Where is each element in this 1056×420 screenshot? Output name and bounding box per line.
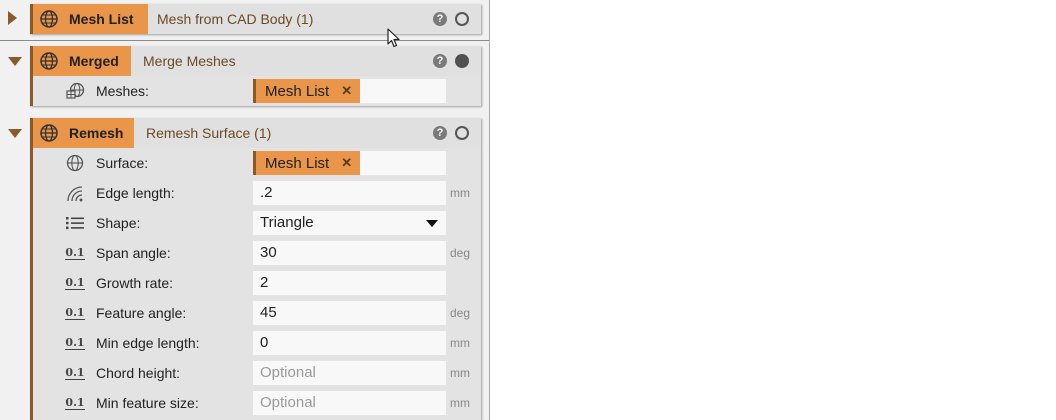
numeric-value-icon: 0.1 — [65, 305, 85, 320]
node-merged: Merged Merge Meshes ? Meshes: Mesh List … — [30, 46, 481, 106]
help-icon[interactable]: ? — [433, 12, 447, 26]
node-subtitle: Remesh Surface (1) — [146, 125, 272, 141]
dropdown-arrow-icon[interactable] — [426, 220, 438, 227]
status-circle-icon[interactable] — [455, 126, 469, 140]
field-label: Shape: — [96, 215, 141, 231]
field-label: Min edge length: — [96, 335, 200, 351]
numeric-value-icon: 0.1 — [65, 335, 85, 350]
field-label: Min feature size: — [96, 395, 199, 411]
remove-chip-icon[interactable]: ✕ — [341, 83, 352, 99]
node-header[interactable]: Mesh List Mesh from CAD Body (1) ? — [33, 4, 481, 34]
field-label: Meshes: — [96, 83, 149, 99]
expand-caret-icon[interactable] — [8, 11, 17, 25]
globe-mesh-icon — [38, 8, 60, 30]
row-min-edge-length: 0.1 Min edge length: 0 mm — [33, 328, 481, 358]
globe-mesh-icon — [38, 50, 60, 72]
status-dot-icon[interactable] — [455, 54, 469, 68]
selected-option: Triangle — [260, 214, 314, 231]
row-span-angle: 0.1 Span angle: 30 deg — [33, 238, 481, 268]
row-edge-length: Edge length: .2 mm — [33, 178, 481, 208]
unit-label: deg — [450, 306, 471, 320]
row-shape: Shape: Triangle — [33, 208, 481, 238]
span-angle-input[interactable]: 30 — [253, 241, 446, 265]
row-meshes: Meshes: Mesh List ✕ — [33, 76, 481, 106]
numeric-value-icon: 0.1 — [65, 275, 85, 290]
unit-label: deg — [450, 246, 471, 260]
node-badge[interactable]: Remesh — [33, 118, 134, 148]
row-min-feature-size: 0.1 Min feature size: Optional mm — [33, 388, 481, 418]
node-subtitle: Merge Meshes — [143, 53, 236, 69]
collapse-caret-icon[interactable] — [8, 129, 22, 138]
field-label: Growth rate: — [96, 275, 174, 291]
field-label: Surface: — [96, 155, 149, 171]
collapse-caret-icon[interactable] — [8, 57, 22, 66]
growth-rate-input[interactable]: 2 — [253, 271, 446, 295]
edge-length-icon — [65, 184, 85, 202]
node-name: Mesh List — [69, 11, 134, 27]
node-header[interactable]: Remesh Remesh Surface (1) ? — [33, 118, 481, 148]
unit-label: mm — [450, 366, 470, 380]
row-chord-height: 0.1 Chord height: Optional mm — [33, 358, 481, 388]
node-name: Remesh — [69, 125, 124, 141]
node-mesh-list[interactable]: Mesh List Mesh from CAD Body (1) ? — [30, 4, 481, 34]
shape-select[interactable]: Triangle — [253, 211, 446, 235]
node-badge[interactable]: Merged — [33, 46, 131, 76]
globe-mesh-icon — [38, 122, 60, 144]
surface-input[interactable]: Mesh List ✕ — [253, 151, 446, 175]
unit-label: mm — [450, 396, 470, 410]
mesh-list-chip[interactable]: Mesh List ✕ — [253, 79, 361, 103]
meshes-input[interactable]: Mesh List ✕ — [253, 79, 446, 103]
chord-height-input[interactable]: Optional — [253, 361, 446, 385]
field-label: Edge length: — [96, 185, 175, 201]
chip-label: Mesh List — [265, 154, 330, 172]
node-editor-panel: Mesh List Mesh from CAD Body (1) ? Merge… — [0, 0, 490, 420]
node-name: Merged — [69, 53, 119, 69]
min-edge-length-input[interactable]: 0 — [253, 331, 446, 355]
globe-icon — [65, 154, 85, 172]
remove-chip-icon[interactable]: ✕ — [341, 155, 352, 171]
node-header[interactable]: Merged Merge Meshes ? — [33, 46, 481, 76]
divider — [0, 40, 489, 41]
field-label: Chord height: — [96, 365, 181, 381]
mesh-list-chip[interactable]: Mesh List ✕ — [253, 151, 361, 175]
unit-label: mm — [450, 336, 470, 350]
node-subtitle: Mesh from CAD Body (1) — [157, 11, 314, 27]
min-feature-size-input[interactable]: Optional — [253, 391, 446, 415]
field-label: Span angle: — [96, 245, 171, 261]
edge-length-input[interactable]: .2 — [253, 181, 446, 205]
help-icon[interactable]: ? — [433, 54, 447, 68]
field-label: Feature angle: — [96, 305, 187, 321]
node-remesh: Remesh Remesh Surface (1) ? Surface: Mes… — [30, 118, 481, 420]
unit-label: mm — [450, 186, 470, 200]
row-surface: Surface: Mesh List ✕ — [33, 148, 481, 178]
chip-label: Mesh List — [265, 82, 330, 100]
list-icon — [65, 214, 85, 232]
row-growth-rate: 0.1 Growth rate: 2 — [33, 268, 481, 298]
node-badge[interactable]: Mesh List — [33, 4, 148, 34]
status-circle-icon[interactable] — [455, 12, 469, 26]
feature-angle-input[interactable]: 45 — [253, 301, 446, 325]
mouse-cursor-icon — [387, 28, 400, 48]
numeric-value-icon: 0.1 — [65, 365, 85, 380]
numeric-value-icon: 0.1 — [65, 395, 85, 410]
merge-meshes-icon — [65, 82, 85, 100]
help-icon[interactable]: ? — [433, 126, 447, 140]
numeric-value-icon: 0.1 — [65, 245, 85, 260]
row-feature-angle: 0.1 Feature angle: 45 deg — [33, 298, 481, 328]
